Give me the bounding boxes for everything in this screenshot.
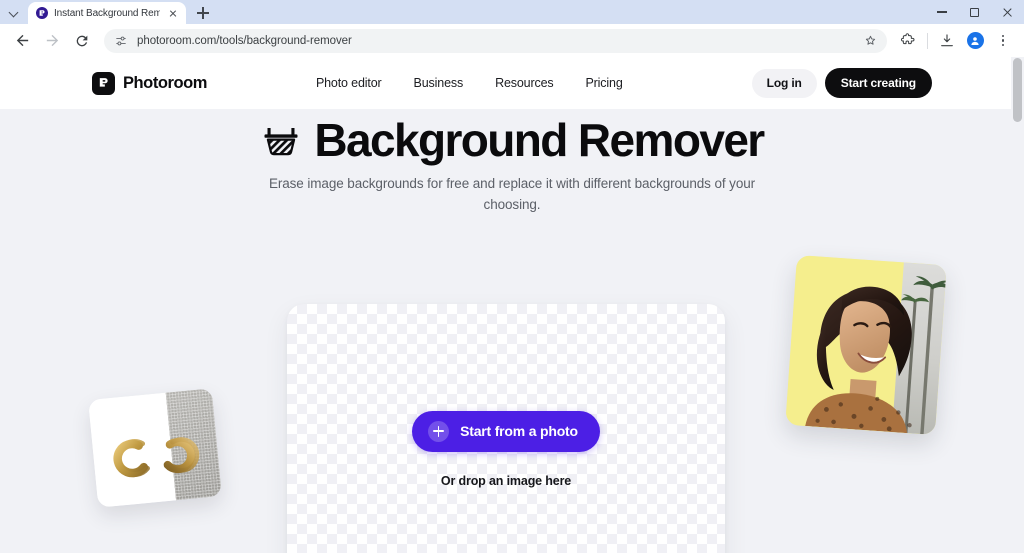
puzzle-icon (900, 32, 915, 44)
nav-item-pricing[interactable]: Pricing (585, 76, 622, 90)
earrings-before-after-card (88, 388, 222, 508)
start-from-photo-label: Start from a photo (460, 423, 578, 439)
brand-logo-link[interactable]: Photoroom (92, 71, 207, 95)
bookmark-star-icon[interactable] (863, 33, 879, 49)
scrollbar-thumb[interactable] (1013, 58, 1022, 122)
brand-name: Photoroom (123, 73, 207, 92)
tune-icon (116, 36, 126, 45)
kebab-menu-icon (995, 34, 1011, 47)
tab-search-button[interactable] (0, 0, 28, 24)
site-nav: Photo editor Business Resources Pricing (316, 76, 623, 90)
downloads-button[interactable] (934, 28, 960, 54)
chrome-menu-button[interactable] (990, 28, 1016, 54)
download-icon (941, 33, 953, 46)
window-controls (925, 0, 1024, 24)
reload-button[interactable] (68, 27, 96, 55)
page-title-text: Background Remover (314, 114, 765, 166)
address-bar-text: photoroom.com/tools/background-remover (137, 34, 352, 47)
browser-window: Instant Background Remover - (0, 0, 1024, 553)
chevron-down-icon (10, 8, 19, 17)
close-window-button[interactable] (991, 0, 1024, 24)
browser-toolbar: photoroom.com/tools/background-remover (0, 24, 1024, 57)
photoroom-logo (92, 71, 115, 95)
minimize-button[interactable] (925, 0, 958, 24)
arrow-left-icon (16, 34, 28, 47)
minimize-icon (936, 11, 947, 13)
maximize-icon (970, 7, 979, 17)
profile-button[interactable] (962, 28, 988, 54)
extensions-button[interactable] (895, 28, 921, 54)
hero-section: Background Remover Erase image backgroun… (0, 109, 1024, 215)
nav-item-resources[interactable]: Resources (495, 76, 554, 90)
drop-hint-text: Or drop an image here (440, 473, 572, 488)
arrow-right-icon (46, 34, 58, 47)
avatar (966, 32, 984, 49)
vertical-scrollbar[interactable] (1011, 57, 1024, 553)
maximize-button[interactable] (958, 0, 991, 24)
nav-item-photo-editor[interactable]: Photo editor (316, 76, 382, 90)
reload-icon (76, 35, 88, 46)
page-subtitle: Erase image backgrounds for free and rep… (268, 175, 756, 212)
plus-icon (197, 7, 209, 19)
gold-hoop-earrings (113, 437, 200, 478)
forward-button[interactable] (38, 27, 66, 55)
close-icon[interactable] (166, 6, 180, 20)
address-bar[interactable]: photoroom.com/tools/background-remover (104, 28, 887, 53)
background-eraser-icon (260, 121, 302, 163)
page-viewport: Photoroom Photo editor Business Resource… (0, 57, 1024, 553)
new-tab-button[interactable] (190, 2, 216, 24)
page-title: Background Remover (0, 115, 1024, 166)
photoroom-favicon (36, 7, 48, 19)
site-header: Photoroom Photo editor Business Resource… (0, 57, 1024, 109)
smiling-woman-portrait (805, 286, 912, 434)
toolbar-divider (927, 32, 928, 49)
start-creating-button[interactable]: Start creating (824, 68, 932, 98)
image-dropzone[interactable]: Start from a photo Or drop an image here (287, 304, 725, 553)
browser-tab[interactable]: Instant Background Remover - (28, 2, 186, 24)
close-window-icon (1002, 7, 1013, 18)
portrait-before-after-card (785, 254, 947, 436)
login-button[interactable]: Log in (751, 68, 817, 98)
nav-item-business[interactable]: Business (414, 76, 464, 90)
header-actions: Log in Start creating (751, 68, 932, 98)
back-button[interactable] (8, 27, 36, 55)
start-from-photo-button[interactable]: Start from a photo (412, 410, 600, 452)
plus-circle-icon (428, 420, 450, 442)
browser-titlebar: Instant Background Remover - (0, 0, 1024, 24)
tab-title: Instant Background Remover - (54, 7, 160, 19)
